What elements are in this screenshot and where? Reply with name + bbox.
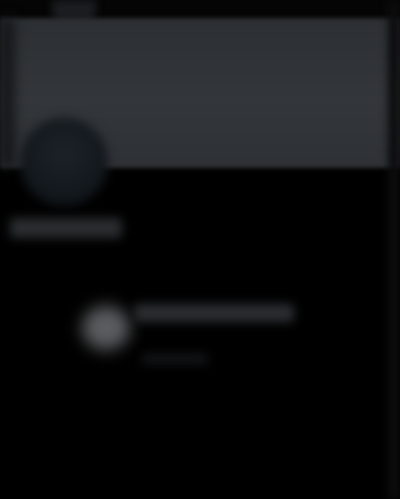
empty-state-subtitle	[142, 354, 208, 364]
scrollbar[interactable]	[388, 0, 400, 499]
top-bar	[0, 0, 400, 22]
placeholder-icon	[82, 306, 130, 350]
avatar[interactable]	[20, 118, 108, 206]
empty-state-title	[134, 304, 294, 322]
profile-name	[10, 218, 122, 238]
profile-screen	[0, 0, 400, 499]
banner-edge-shadow	[0, 18, 14, 168]
empty-state-card	[80, 292, 310, 372]
